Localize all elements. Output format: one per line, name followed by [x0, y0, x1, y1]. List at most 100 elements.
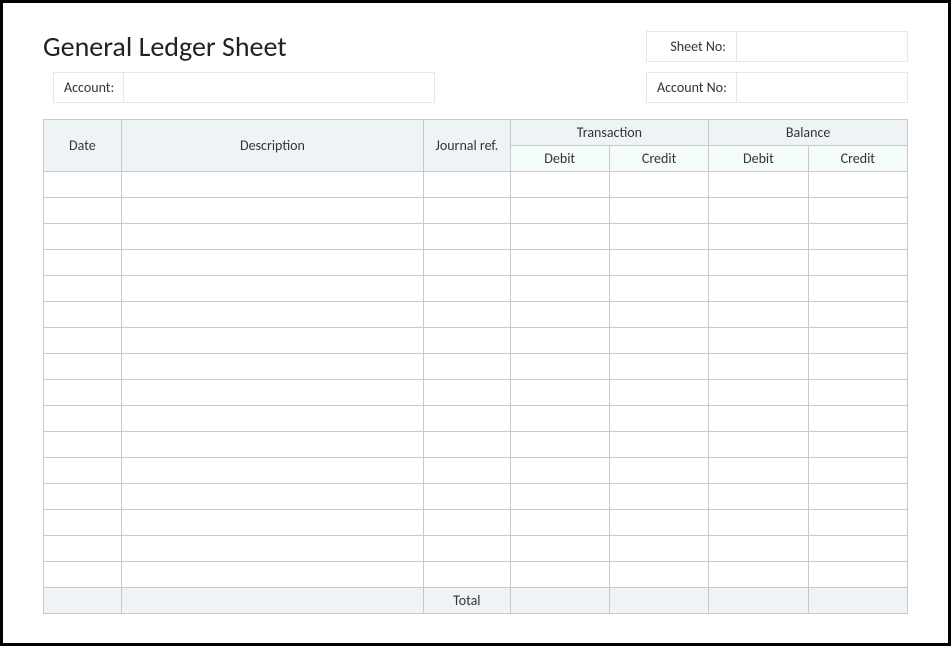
cell-input[interactable] [616, 566, 702, 583]
table-cell[interactable] [424, 276, 510, 302]
cell-input[interactable] [616, 436, 702, 453]
table-cell[interactable] [121, 172, 423, 198]
cell-input[interactable] [50, 566, 115, 583]
table-cell[interactable] [121, 458, 423, 484]
cell-input[interactable] [815, 566, 901, 583]
cell-input[interactable] [815, 436, 901, 453]
cell-input[interactable] [715, 488, 801, 505]
table-cell[interactable] [424, 302, 510, 328]
table-cell[interactable] [424, 536, 510, 562]
table-cell[interactable] [44, 198, 122, 224]
cell-input[interactable] [715, 254, 801, 271]
table-cell[interactable] [709, 172, 808, 198]
cell-input[interactable] [430, 384, 503, 401]
cell-input[interactable] [715, 384, 801, 401]
cell-input[interactable] [815, 462, 901, 479]
table-cell[interactable] [510, 484, 609, 510]
cell-input[interactable] [815, 540, 901, 557]
cell-input[interactable] [815, 332, 901, 349]
cell-input[interactable] [128, 436, 417, 453]
cell-input[interactable] [815, 228, 901, 245]
sheet-no-input[interactable] [737, 32, 907, 61]
cell-input[interactable] [715, 410, 801, 427]
table-cell[interactable] [44, 380, 122, 406]
table-cell[interactable] [44, 536, 122, 562]
table-cell[interactable] [121, 380, 423, 406]
table-cell[interactable] [808, 302, 907, 328]
cell-input[interactable] [616, 462, 702, 479]
table-cell[interactable] [424, 198, 510, 224]
table-cell[interactable] [510, 224, 609, 250]
cell-input[interactable] [715, 358, 801, 375]
cell-input[interactable] [616, 384, 702, 401]
cell-input[interactable] [50, 254, 115, 271]
cell-input[interactable] [616, 176, 702, 193]
cell-input[interactable] [430, 488, 503, 505]
cell-input[interactable] [50, 280, 115, 297]
table-cell[interactable] [609, 484, 708, 510]
table-cell[interactable] [709, 224, 808, 250]
cell-input[interactable] [715, 228, 801, 245]
table-cell[interactable] [44, 354, 122, 380]
cell-input[interactable] [616, 332, 702, 349]
table-cell[interactable] [424, 458, 510, 484]
cell-input[interactable] [128, 306, 417, 323]
cell-input[interactable] [815, 488, 901, 505]
table-cell[interactable] [609, 536, 708, 562]
table-cell[interactable] [424, 380, 510, 406]
table-cell[interactable] [424, 562, 510, 588]
table-cell[interactable] [121, 250, 423, 276]
table-cell[interactable] [609, 510, 708, 536]
cell-input[interactable] [50, 436, 115, 453]
cell-input[interactable] [50, 176, 115, 193]
table-cell[interactable] [44, 458, 122, 484]
table-cell[interactable] [510, 172, 609, 198]
table-cell[interactable] [510, 328, 609, 354]
table-cell[interactable] [609, 172, 708, 198]
table-cell[interactable] [808, 328, 907, 354]
table-cell[interactable] [709, 328, 808, 354]
account-no-input[interactable] [737, 73, 907, 102]
cell-input[interactable] [815, 514, 901, 531]
table-cell[interactable] [424, 406, 510, 432]
cell-input[interactable] [616, 306, 702, 323]
table-cell[interactable] [709, 302, 808, 328]
table-cell[interactable] [808, 536, 907, 562]
table-cell[interactable] [609, 328, 708, 354]
cell-input[interactable] [50, 332, 115, 349]
table-cell[interactable] [709, 354, 808, 380]
cell-input[interactable] [715, 436, 801, 453]
cell-input[interactable] [430, 462, 503, 479]
cell-input[interactable] [616, 358, 702, 375]
table-cell[interactable] [510, 276, 609, 302]
table-cell[interactable] [510, 250, 609, 276]
cell-input[interactable] [430, 358, 503, 375]
cell-input[interactable] [128, 462, 417, 479]
table-cell[interactable] [808, 484, 907, 510]
cell-input[interactable] [815, 202, 901, 219]
cell-input[interactable] [50, 358, 115, 375]
cell-input[interactable] [430, 436, 503, 453]
table-cell[interactable] [609, 198, 708, 224]
cell-input[interactable] [715, 514, 801, 531]
table-cell[interactable] [510, 380, 609, 406]
cell-input[interactable] [128, 540, 417, 557]
table-cell[interactable] [808, 510, 907, 536]
table-cell[interactable] [44, 406, 122, 432]
cell-input[interactable] [715, 462, 801, 479]
table-cell[interactable] [121, 484, 423, 510]
table-cell[interactable] [510, 458, 609, 484]
cell-input[interactable] [815, 254, 901, 271]
cell-input[interactable] [616, 410, 702, 427]
cell-input[interactable] [815, 358, 901, 375]
cell-input[interactable] [616, 488, 702, 505]
table-cell[interactable] [609, 354, 708, 380]
table-cell[interactable] [121, 510, 423, 536]
table-cell[interactable] [709, 432, 808, 458]
table-cell[interactable] [609, 224, 708, 250]
cell-input[interactable] [128, 176, 417, 193]
cell-input[interactable] [430, 228, 503, 245]
table-cell[interactable] [510, 536, 609, 562]
cell-input[interactable] [430, 306, 503, 323]
table-cell[interactable] [424, 484, 510, 510]
